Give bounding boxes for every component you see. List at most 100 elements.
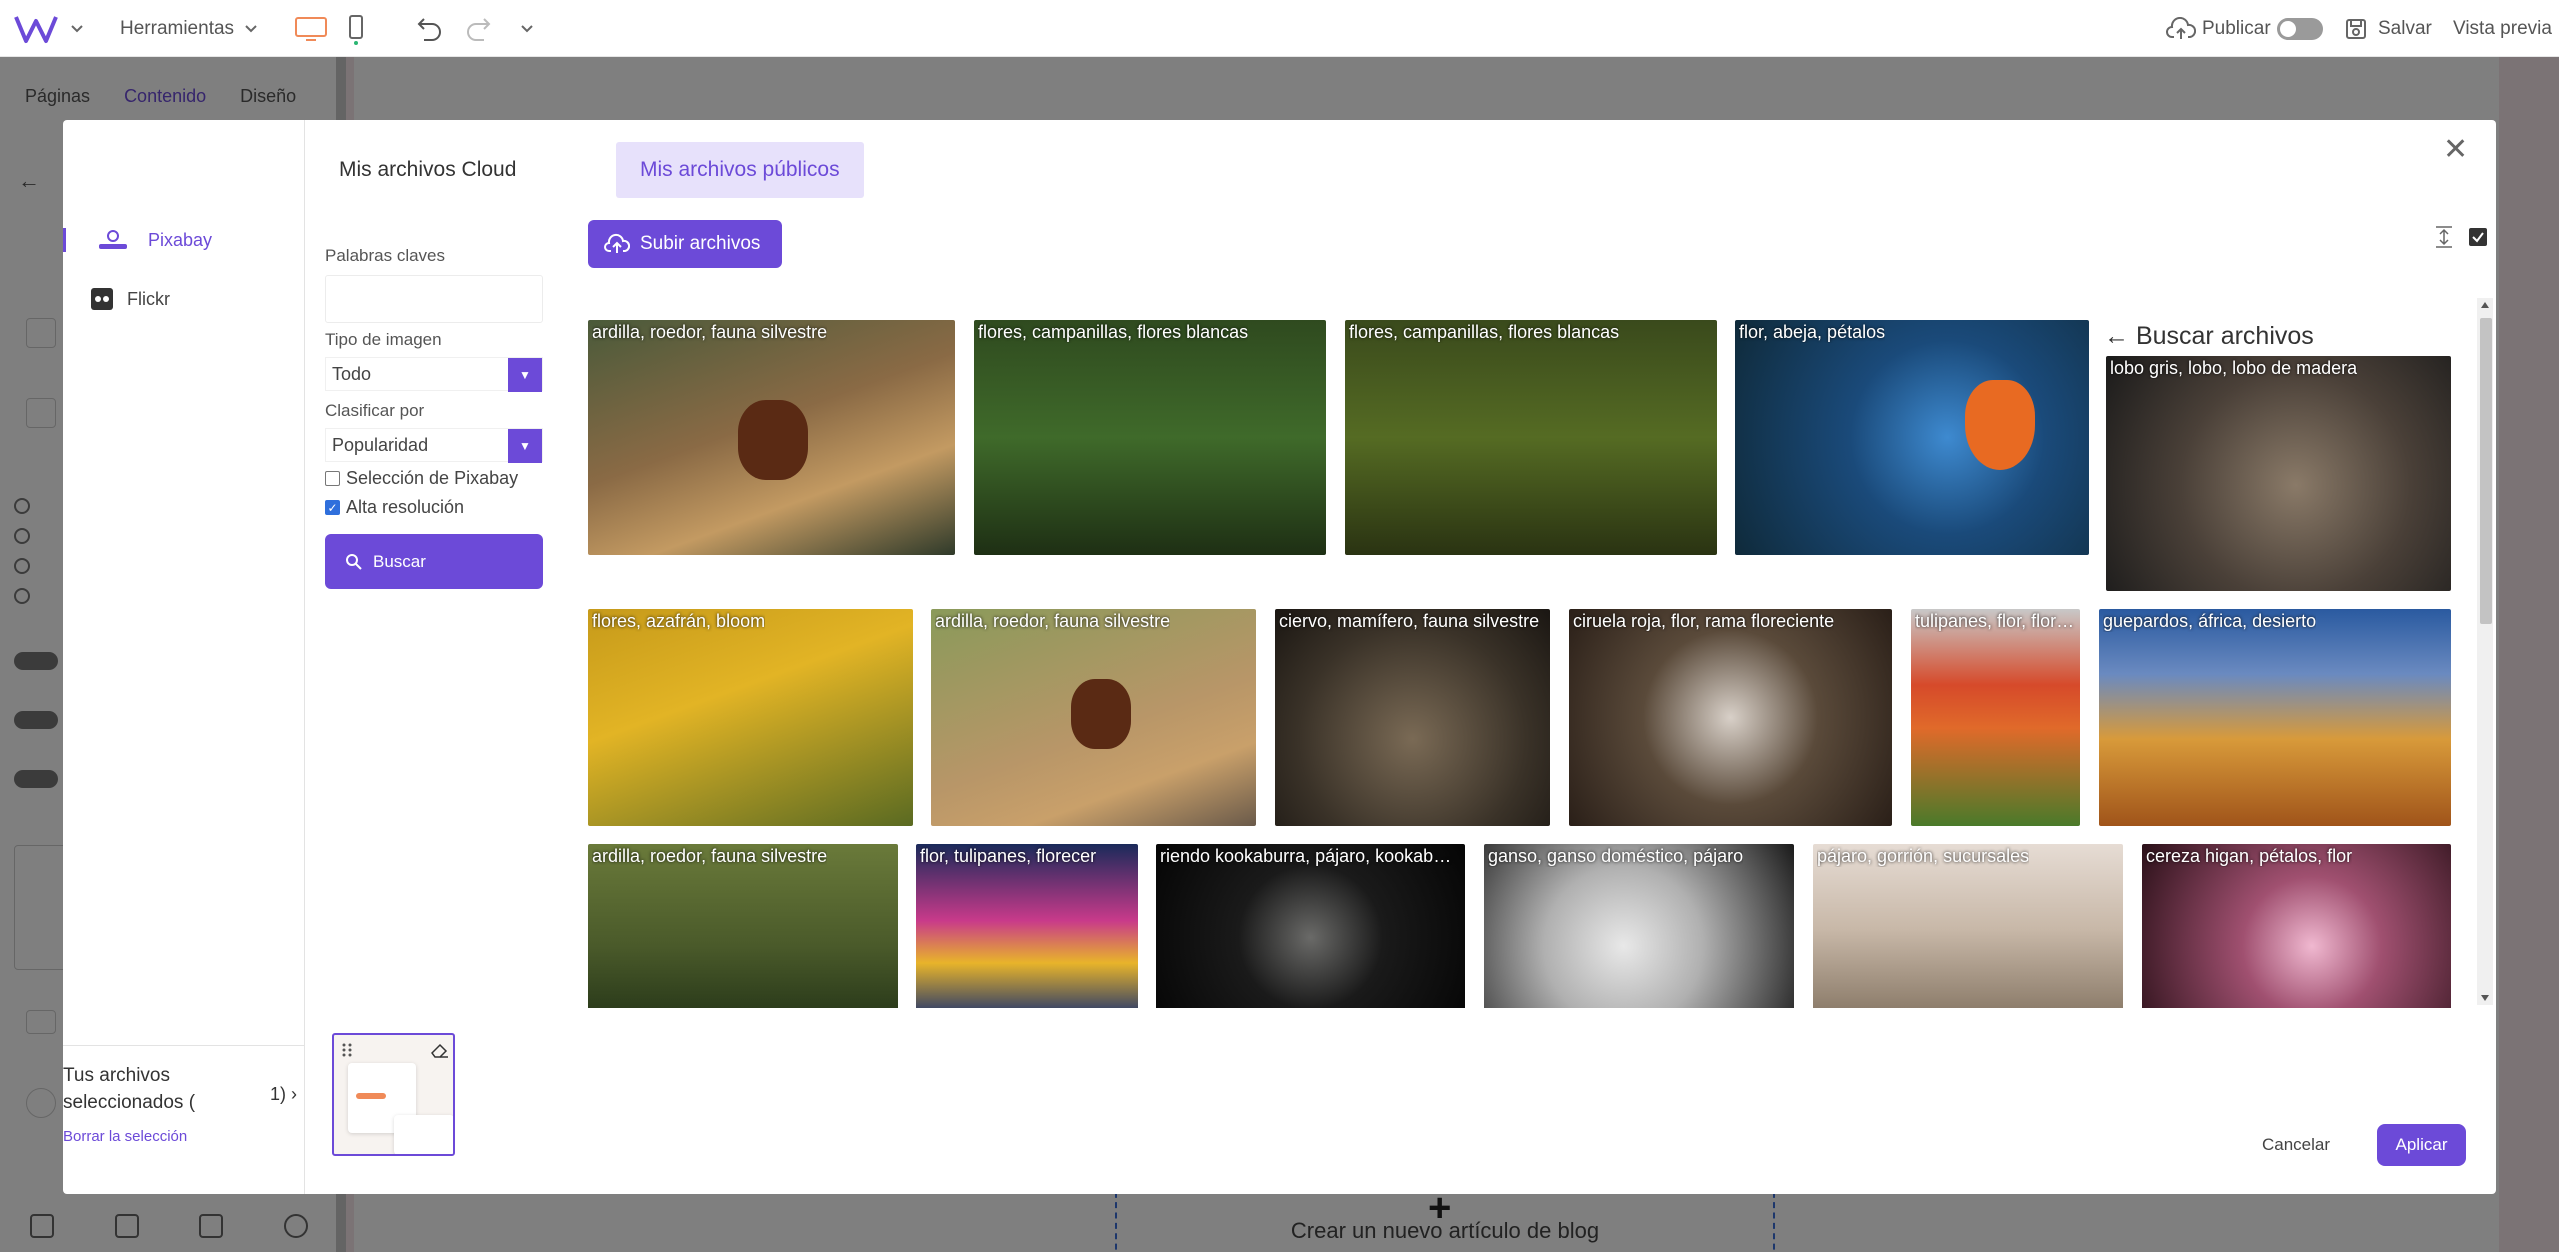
gallery-image[interactable]: riendo kookaburra, pájaro, kookabur... <box>1156 844 1465 1008</box>
image-caption: flores, azafrán, bloom <box>592 611 766 631</box>
image-caption: guepardos, áfrica, desierto <box>2103 611 2317 631</box>
gallery-scrollbar[interactable] <box>2477 298 2493 1005</box>
image-caption: cereza higan, pétalos, flor <box>2146 846 2353 866</box>
checkbox-checked[interactable]: ✓ <box>325 500 340 515</box>
image-caption: flores, campanillas, flores blancas <box>1349 322 1620 342</box>
view-options <box>2434 225 2488 249</box>
poppy-shape <box>1965 380 2035 470</box>
high-resolution-label: Alta resolución <box>346 497 465 517</box>
pixabay-selection-checkbox[interactable]: Selección de Pixabay <box>325 468 518 489</box>
squirrel-shape <box>1071 679 1131 749</box>
image-type-label: Tipo de imagen <box>325 330 442 349</box>
checkbox-unchecked[interactable] <box>325 471 340 486</box>
image-caption: ciervo, mamífero, fauna silvestre <box>1279 611 1540 631</box>
eraser-icon[interactable] <box>430 1041 450 1059</box>
drag-handle-icon[interactable] <box>342 1043 352 1057</box>
wix-logo-icon[interactable] <box>14 0 58 57</box>
squirrel-shape <box>738 400 808 480</box>
tools-menu[interactable]: Herramientas <box>120 0 258 57</box>
search-button[interactable]: Buscar <box>325 534 543 589</box>
source-flickr-label: Flickr <box>127 288 170 309</box>
publish-control[interactable]: Publicar <box>2166 0 2323 57</box>
gallery-image[interactable]: ganso, ganso doméstico, pájaro <box>1484 844 1794 1008</box>
gallery-image[interactable]: ciruela roja, flor, rama floreciente <box>1569 609 1892 826</box>
source-pixabay[interactable]: Pixabay <box>63 220 303 260</box>
publish-toggle[interactable] <box>2276 17 2323 40</box>
mobile-view-icon[interactable] <box>348 0 364 57</box>
close-icon[interactable]: ✕ <box>2443 135 2468 165</box>
image-caption: ardilla, roedor, fauna silvestre <box>592 322 828 342</box>
thumbnail-card <box>394 1115 453 1154</box>
selected-file-thumbnail[interactable] <box>332 1033 455 1156</box>
redo-icon[interactable] <box>464 0 494 57</box>
image-gallery: ardilla, roedor, fauna silvestre flores,… <box>588 318 2452 1008</box>
image-caption: ciruela roja, flor, rama floreciente <box>1573 611 1835 631</box>
upload-files-button[interactable]: Subir archivos <box>588 220 782 268</box>
sort-select[interactable]: Popularidad ▼ <box>325 428 543 463</box>
image-type-select[interactable]: Todo ▼ <box>325 357 543 392</box>
image-caption: ganso, ganso doméstico, pájaro <box>1488 846 1744 866</box>
tools-label: Herramientas <box>120 17 235 39</box>
find-files-link[interactable]: ← Buscar archivos <box>2104 322 2314 351</box>
tab-cloud-files[interactable]: Mis archivos Cloud <box>315 142 540 198</box>
sort-label: Clasificar por <box>325 401 425 420</box>
logo-chevron-down-icon[interactable] <box>70 0 84 57</box>
scroll-up-arrow-icon[interactable] <box>2481 302 2489 308</box>
gallery-image[interactable]: flores, campanillas, flores blancas <box>974 320 1326 555</box>
gallery-image[interactable]: flores, azafrán, bloom <box>588 609 913 826</box>
gallery-image[interactable]: cereza higan, pétalos, flor <box>2142 844 2451 1008</box>
gallery-image[interactable]: pájaro, gorrión, sucursales <box>1813 844 2123 1008</box>
pixabay-selection-label: Selección de Pixabay <box>346 468 519 488</box>
selected-files-count[interactable]: 1) › <box>270 1084 297 1105</box>
keywords-label: Palabras claves <box>325 246 446 265</box>
gallery-image[interactable]: guepardos, áfrica, desierto <box>2099 609 2451 826</box>
flickr-logo-icon <box>91 288 113 310</box>
image-caption: ardilla, roedor, fauna silvestre <box>592 846 828 866</box>
gallery-image[interactable]: lobo gris, lobo, lobo de madera <box>2106 356 2451 591</box>
gallery-image[interactable]: ardilla, roedor, fauna silvestre <box>931 609 1256 826</box>
search-button-label: Buscar <box>373 551 426 571</box>
source-flickr[interactable]: Flickr <box>63 279 303 319</box>
image-caption: tulipanes, flor, flore... <box>1915 611 2078 631</box>
image-type-value: Todo <box>332 363 372 384</box>
gallery-image[interactable]: ardilla, roedor, fauna silvestre <box>588 320 955 555</box>
desktop-view-icon[interactable] <box>294 0 328 57</box>
undo-icon[interactable] <box>414 0 444 57</box>
image-caption: riendo kookaburra, pájaro, kookabur... <box>1160 846 1457 866</box>
select-arrow-icon[interactable]: ▼ <box>508 429 542 463</box>
gallery-image[interactable]: flor, abeja, pétalos <box>1735 320 2089 555</box>
scroll-down-arrow-icon[interactable] <box>2481 995 2489 1001</box>
publish-label: Publicar <box>2202 17 2271 39</box>
apply-button[interactable]: Aplicar <box>2377 1124 2466 1166</box>
upload-files-label: Subir archivos <box>640 233 761 254</box>
preview-button[interactable]: Vista previa <box>2453 0 2552 57</box>
thumbnail-accent <box>356 1093 386 1099</box>
clear-selection-link[interactable]: Borrar la selección <box>63 1128 187 1145</box>
gallery-image[interactable]: ardilla, roedor, fauna silvestre <box>588 844 898 1008</box>
save-icon <box>2346 18 2366 39</box>
history-chevron-icon[interactable] <box>520 0 534 57</box>
select-arrow-icon[interactable]: ▼ <box>508 358 542 392</box>
gallery-image[interactable]: tulipanes, flor, flore... <box>1911 609 2080 826</box>
selected-files-label: Tus archivos seleccionados ( <box>63 1065 196 1113</box>
search-icon <box>346 553 362 570</box>
gallery-image[interactable]: flores, campanillas, flores blancas <box>1345 320 1717 555</box>
high-resolution-checkbox[interactable]: ✓ Alta resolución <box>325 497 464 518</box>
image-caption: ardilla, roedor, fauna silvestre <box>935 611 1171 631</box>
image-caption: flores, campanillas, flores blancas <box>978 322 1249 342</box>
gallery-image[interactable]: ciervo, mamífero, fauna silvestre <box>1275 609 1550 826</box>
source-pixabay-label: Pixabay <box>148 229 213 250</box>
tab-public-files[interactable]: Mis archivos públicos <box>616 142 864 198</box>
save-button[interactable]: Salvar <box>2344 0 2432 57</box>
keywords-input[interactable] <box>325 275 543 323</box>
pixabay-logo-icon <box>99 230 127 249</box>
tools-chevron-icon <box>245 24 257 32</box>
expand-rows-icon[interactable] <box>2434 225 2454 249</box>
image-caption: lobo gris, lobo, lobo de madera <box>2110 358 2358 378</box>
scrollbar-thumb[interactable] <box>2480 318 2492 624</box>
gallery-image[interactable]: flor, tulipanes, florecer <box>916 844 1138 1008</box>
top-toolbar: Herramientas Publicar Salvar Vista previ… <box>0 0 2559 57</box>
select-all-checkbox-icon[interactable] <box>2468 227 2488 247</box>
cancel-button[interactable]: Cancelar <box>2262 1135 2330 1155</box>
preview-label: Vista previa <box>2453 17 2552 39</box>
